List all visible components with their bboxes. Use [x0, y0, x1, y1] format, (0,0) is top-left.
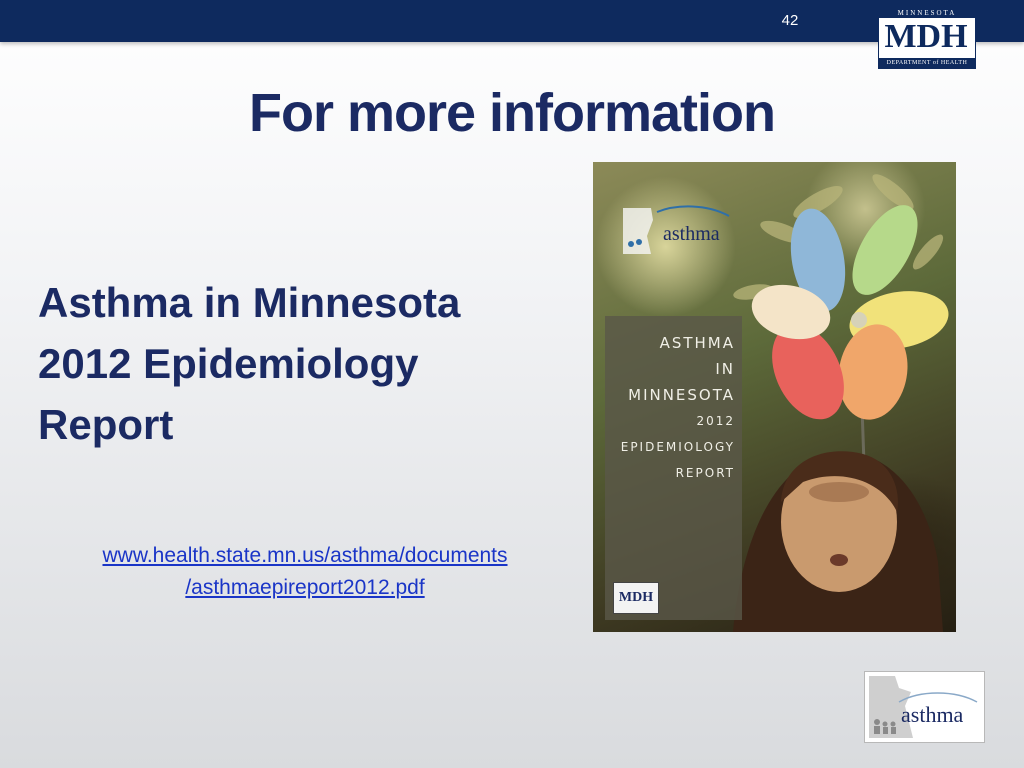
header-bar: 42: [0, 0, 1024, 42]
report-link-line[interactable]: /asthmaepireport2012.pdf: [28, 572, 582, 604]
mdh-logo: MINNESOTA MDH DEPARTMENT of HEALTH: [878, 7, 976, 69]
mdh-logo-main-text: MDH: [884, 18, 968, 55]
cover-line: MINNESOTA: [628, 386, 735, 404]
mdh-logo-bottom-text: DEPARTMENT of HEALTH: [879, 58, 975, 68]
cover-title-text: ASTHMA IN MINNESOTA 2012 EPIDEMIOLOGY RE…: [605, 330, 735, 486]
asthma-program-logo: asthma: [864, 671, 985, 743]
bottom-logo-text: asthma: [901, 702, 964, 727]
report-link-line[interactable]: www.health.state.mn.us/asthma/documents: [28, 540, 582, 572]
cover-line: EPIDEMIOLOGY: [620, 440, 735, 454]
report-cover-image: asthma ASTHMA IN MINNESOTA 2012 EPIDEMIO…: [593, 162, 956, 632]
report-title-line: Report: [38, 401, 174, 448]
asthma-logo-badge: asthma: [623, 205, 730, 254]
report-title-line: 2012 Epidemiology: [38, 340, 419, 387]
slide-number: 42: [781, 12, 799, 29]
slide-title: For more information: [248, 83, 776, 143]
report-link[interactable]: www.health.state.mn.us/asthma/documents …: [28, 540, 582, 604]
report-title-line: Asthma in Minnesota: [38, 279, 461, 326]
cover-line: 2012: [696, 414, 735, 428]
minnesota-map-icon: asthma: [869, 676, 978, 738]
cover-line: IN: [715, 360, 735, 378]
report-title: Asthma in Minnesota 2012 Epidemiology Re…: [38, 272, 578, 455]
cover-mdh-logo: MDH: [613, 582, 659, 614]
cover-line: ASTHMA: [659, 334, 735, 352]
asthma-badge-text: asthma: [663, 223, 720, 245]
mdh-logo-top-text: MINNESOTA: [879, 8, 975, 18]
cover-line: REPORT: [675, 466, 735, 480]
